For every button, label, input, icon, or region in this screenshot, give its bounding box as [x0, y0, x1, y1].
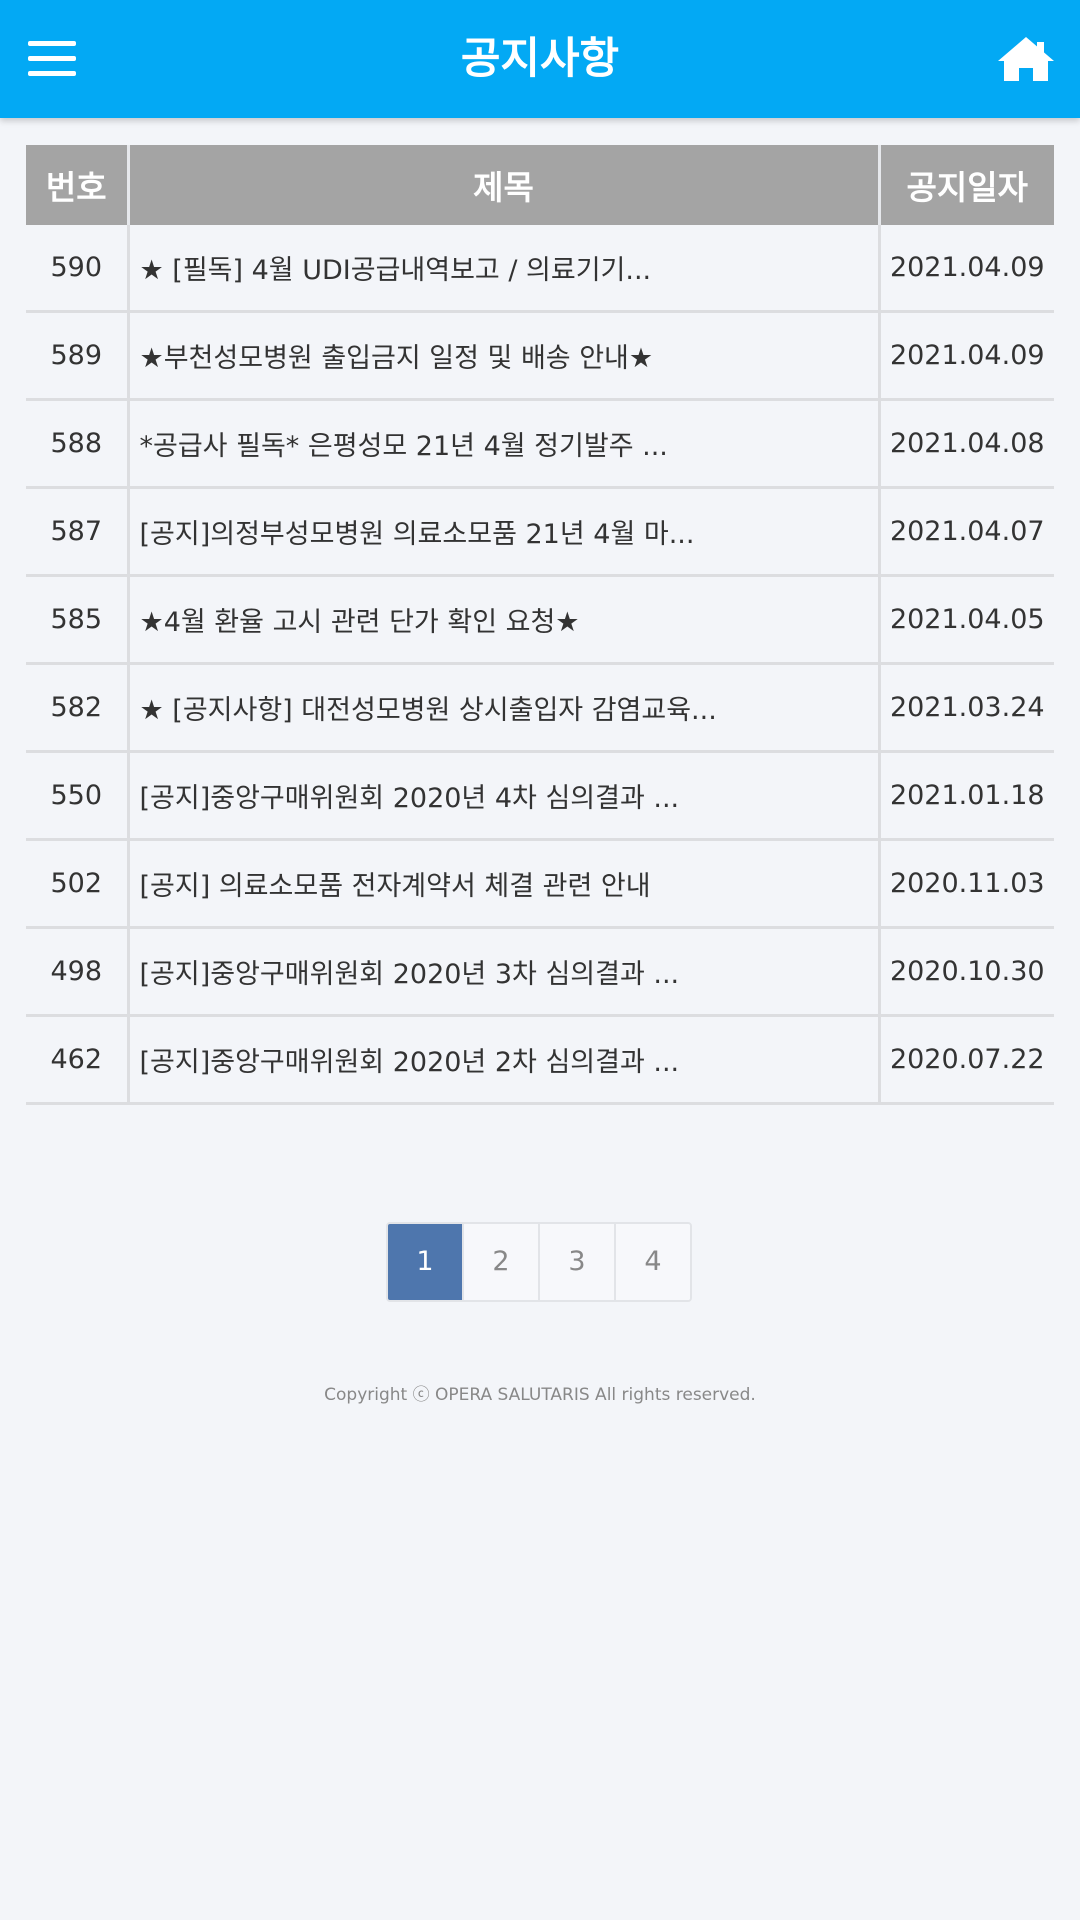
row-date: 2021.03.24 — [879, 663, 1054, 753]
page-button-3[interactable]: 3 — [540, 1224, 616, 1300]
page-button-2[interactable]: 2 — [464, 1224, 540, 1300]
row-number: 582 — [26, 663, 130, 753]
row-date: 2020.11.03 — [879, 839, 1054, 929]
row-number: 502 — [26, 839, 130, 929]
row-title-link[interactable]: ★ [공지사항] 대전성모병원 상시출입자 감염교육... — [128, 663, 881, 753]
table-row[interactable]: 582 ★ [공지사항] 대전성모병원 상시출입자 감염교육... 2021.0… — [26, 663, 1054, 753]
table-header-row: 번호 제목 공지일자 — [26, 145, 1054, 225]
row-number: 590 — [26, 225, 130, 313]
row-title-link[interactable]: [공지]중앙구매위원회 2020년 3차 심의결과 ... — [128, 927, 881, 1017]
row-title-link[interactable]: [공지]중앙구매위원회 2020년 4차 심의결과 ... — [128, 751, 881, 841]
home-icon[interactable] — [996, 34, 1056, 84]
row-number: 589 — [26, 311, 130, 401]
copyright-text: Copyright ⓒ OPERA SALUTARIS All rights r… — [324, 1385, 756, 1405]
row-date: 2021.04.05 — [879, 575, 1054, 665]
notice-table: 번호 제목 공지일자 590 ★ [필독] 4월 UDI공급내역보고 / 의료기… — [26, 145, 1054, 1105]
table-row[interactable]: 590 ★ [필독] 4월 UDI공급내역보고 / 의료기기... 2021.0… — [26, 225, 1054, 313]
column-header-date: 공지일자 — [879, 145, 1054, 225]
table-row[interactable]: 589 ★부천성모병원 출입금지 일정 및 배송 안내★ 2021.04.09 — [26, 311, 1054, 401]
table-row[interactable]: 550 [공지]중앙구매위원회 2020년 4차 심의결과 ... 2021.0… — [26, 751, 1054, 841]
table-row[interactable]: 587 [공지]의정부성모병원 의료소모품 21년 4월 마... 2021.0… — [26, 487, 1054, 577]
table-row[interactable]: 498 [공지]중앙구매위원회 2020년 3차 심의결과 ... 2020.1… — [26, 927, 1054, 1017]
row-title-link[interactable]: [공지] 의료소모품 전자계약서 체결 관련 안내 — [128, 839, 881, 929]
row-title-link[interactable]: [공지]중앙구매위원회 2020년 2차 심의결과 ... — [128, 1015, 881, 1105]
column-header-title: 제목 — [128, 145, 881, 225]
row-date: 2020.10.30 — [879, 927, 1054, 1017]
table-row[interactable]: 585 ★4월 환율 고시 관련 단가 확인 요청★ 2021.04.05 — [26, 575, 1054, 665]
row-title-link[interactable]: ★4월 환율 고시 관련 단가 확인 요청★ — [128, 575, 881, 665]
row-number: 498 — [26, 927, 130, 1017]
row-date: 2021.04.07 — [879, 487, 1054, 577]
row-date: 2020.07.22 — [879, 1015, 1054, 1105]
row-title-link[interactable]: ★ [필독] 4월 UDI공급내역보고 / 의료기기... — [128, 225, 881, 313]
row-title-link[interactable]: *공급사 필독* 은평성모 21년 4월 정기발주 ... — [128, 399, 881, 489]
row-date: 2021.04.09 — [879, 311, 1054, 401]
row-title-link[interactable]: [공지]의정부성모병원 의료소모품 21년 4월 마... — [128, 487, 881, 577]
row-number: 585 — [26, 575, 130, 665]
row-number: 587 — [26, 487, 130, 577]
row-number: 462 — [26, 1015, 130, 1105]
row-number: 588 — [26, 399, 130, 489]
page-button-4[interactable]: 4 — [616, 1224, 690, 1300]
row-date: 2021.01.18 — [879, 751, 1054, 841]
page-title: 공지사항 — [460, 34, 620, 84]
row-number: 550 — [26, 751, 130, 841]
row-date: 2021.04.09 — [879, 225, 1054, 313]
column-header-number: 번호 — [26, 145, 130, 225]
page-button-1[interactable]: 1 — [388, 1224, 464, 1300]
table-row[interactable]: 502 [공지] 의료소모품 전자계약서 체결 관련 안내 2020.11.03 — [26, 839, 1054, 929]
row-title-link[interactable]: ★부천성모병원 출입금지 일정 및 배송 안내★ — [128, 311, 881, 401]
table-row[interactable]: 462 [공지]중앙구매위원회 2020년 2차 심의결과 ... 2020.0… — [26, 1015, 1054, 1105]
top-app-bar: 공지사항 — [0, 0, 1080, 118]
pagination: 1 2 3 4 — [386, 1222, 692, 1302]
table-row[interactable]: 588 *공급사 필독* 은평성모 21년 4월 정기발주 ... 2021.0… — [26, 399, 1054, 489]
row-date: 2021.04.08 — [879, 399, 1054, 489]
